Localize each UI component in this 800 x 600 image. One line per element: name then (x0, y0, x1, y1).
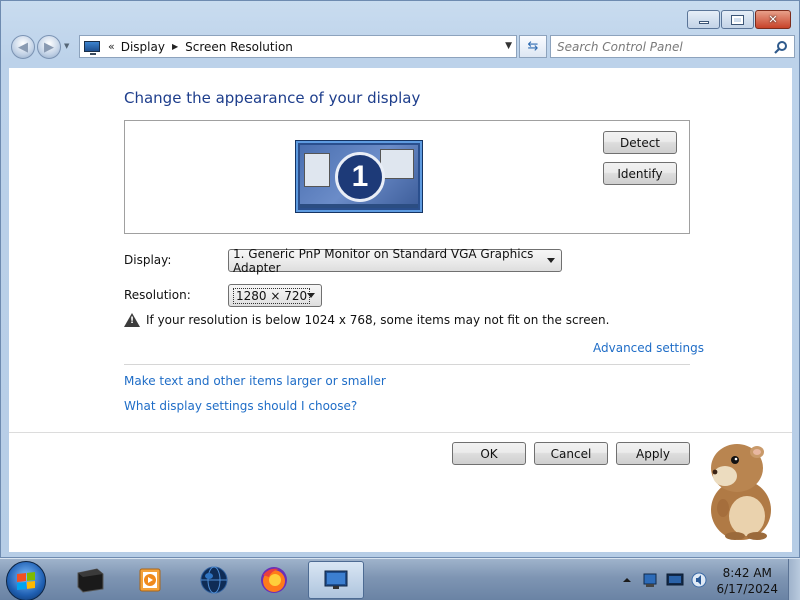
refresh-icon: ⇆ (527, 39, 539, 54)
cancel-button[interactable]: Cancel (534, 442, 608, 465)
address-bar[interactable]: « Display ▶ Screen Resolution ▼ (79, 35, 517, 58)
windows-logo-icon (17, 572, 35, 590)
breadcrumb-overflow[interactable]: « (108, 40, 115, 53)
globe-icon (200, 566, 228, 594)
show-hidden-icon[interactable] (622, 575, 632, 585)
media-player-icon (139, 568, 161, 592)
start-button[interactable] (6, 561, 46, 600)
navigation-bar: ◀ ▶ ▼ « Display ▶ Screen Resolution ▼ ⇆ (7, 33, 795, 61)
caption-buttons: ✕ (686, 10, 791, 29)
resolution-warning: ! If your resolution is below 1024 x 768… (124, 313, 609, 327)
forward-button[interactable]: ▶ (37, 35, 61, 59)
monitor-number-badge: 1 (335, 152, 385, 202)
search-box[interactable] (550, 35, 795, 58)
hamster-mascot (711, 444, 771, 540)
resolution-select[interactable]: 1280 × 720 (228, 284, 322, 307)
taskbar-firefox[interactable] (246, 561, 302, 599)
detect-button[interactable]: Detect (603, 131, 677, 154)
display-label: Display: (124, 253, 172, 267)
resolution-select-value: 1280 × 720 (233, 287, 311, 304)
monitor-taskbar (300, 204, 418, 208)
taskbar-display-settings[interactable] (308, 561, 364, 599)
content-pane: Change the appearance of your display 1 … (9, 68, 792, 552)
display-select[interactable]: 1. Generic PnP Monitor on Standard VGA G… (228, 246, 562, 275)
dropdown-arrow-icon (307, 293, 315, 298)
advanced-settings-link[interactable]: Advanced settings (593, 341, 704, 355)
identify-button[interactable]: Identify (603, 162, 677, 185)
display-preview-area: 1 Detect Identify (124, 120, 690, 234)
display-icon (84, 41, 100, 55)
monitor-window-right (380, 149, 414, 179)
volume-icon[interactable] (690, 571, 708, 589)
close-button[interactable]: ✕ (755, 10, 791, 29)
control-panel-window: ✕ ◀ ▶ ▼ « Display ▶ Screen Resolution ▼ … (0, 0, 800, 558)
display-settings-icon (324, 570, 348, 589)
minimize-icon (698, 21, 709, 24)
breadcrumb-screen-resolution[interactable]: Screen Resolution (185, 40, 293, 54)
terminal-icon (77, 568, 104, 593)
display-help-link[interactable]: What display settings should I choose? (124, 399, 357, 413)
taskbar-terminal[interactable] (62, 561, 118, 599)
page-title: Change the appearance of your display (124, 89, 421, 107)
taskbar-network-globe[interactable] (186, 561, 242, 599)
text-size-link[interactable]: Make text and other items larger or smal… (124, 374, 386, 388)
monitor-window-left (304, 153, 330, 187)
clock[interactable]: 8:42 AM 6/17/2024 (716, 565, 778, 597)
monitor-1-thumbnail[interactable]: 1 (296, 141, 422, 212)
resolution-label: Resolution: (124, 288, 191, 302)
show-desktop-button[interactable] (788, 559, 800, 600)
taskbar: 8:42 AM 6/17/2024 (0, 558, 800, 600)
clock-time: 8:42 AM (722, 566, 772, 580)
display-select-value: 1. Generic PnP Monitor on Standard VGA G… (233, 246, 534, 275)
maximize-button[interactable] (721, 10, 754, 29)
close-icon: ✕ (768, 13, 778, 26)
apply-button[interactable]: Apply (616, 442, 690, 465)
recent-pages-dropdown-icon[interactable]: ▼ (64, 42, 69, 50)
footer-divider (9, 432, 792, 433)
maximize-icon (731, 14, 744, 25)
firefox-icon (261, 567, 287, 593)
taskbar-media-player[interactable] (122, 561, 178, 599)
address-dropdown-icon[interactable]: ▼ (505, 41, 512, 51)
search-input[interactable] (557, 39, 767, 54)
clock-date: 6/17/2024 (716, 582, 778, 596)
forward-arrow-icon: ▶ (44, 39, 54, 55)
warning-text: If your resolution is below 1024 x 768, … (146, 313, 610, 327)
dropdown-arrow-icon (547, 258, 555, 263)
breadcrumb-chevron-icon[interactable]: ▶ (172, 42, 178, 51)
divider (124, 364, 690, 365)
refresh-button[interactable]: ⇆ (519, 35, 547, 58)
monitor-icon[interactable] (666, 573, 684, 587)
network-icon[interactable] (642, 571, 660, 589)
warning-icon: ! (124, 313, 140, 327)
minimize-button[interactable] (687, 10, 720, 29)
ok-button[interactable]: OK (452, 442, 526, 465)
breadcrumb-display[interactable]: Display (121, 40, 165, 54)
search-icon[interactable] (774, 40, 788, 54)
back-arrow-icon: ◀ (18, 39, 28, 55)
back-button[interactable]: ◀ (11, 35, 35, 59)
